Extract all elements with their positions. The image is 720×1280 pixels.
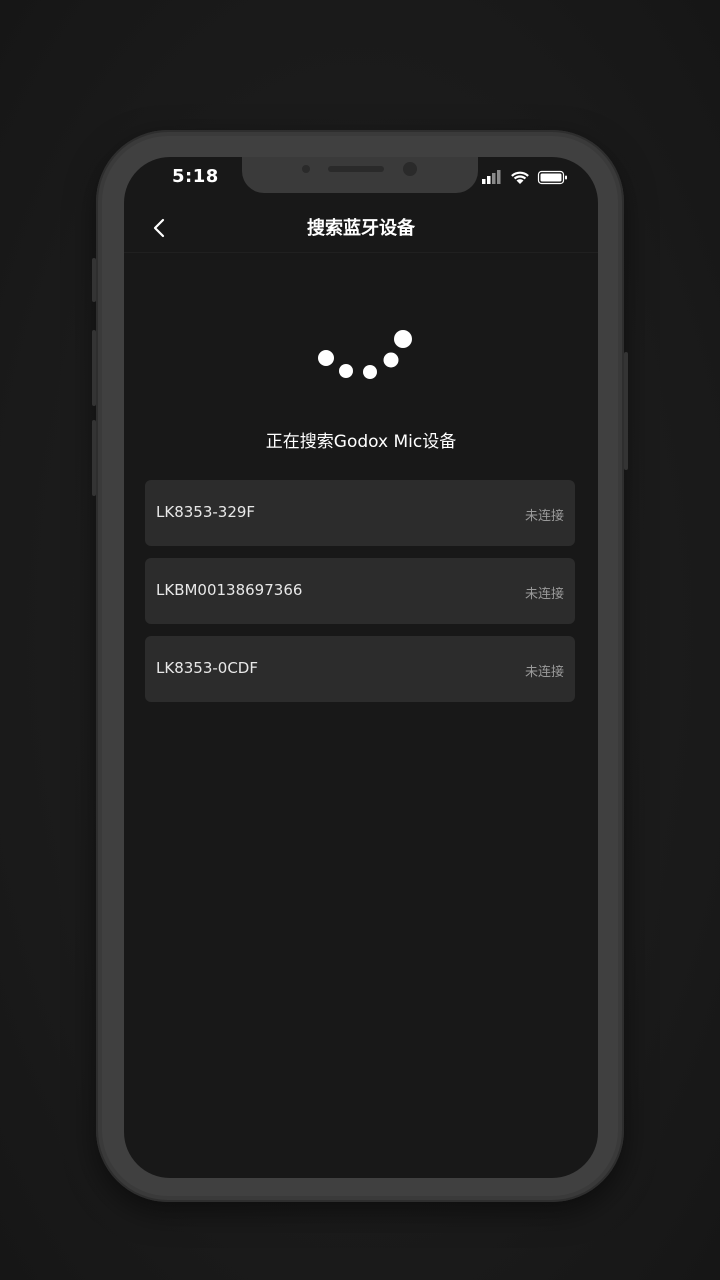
spinner-dot — [363, 365, 377, 379]
loading-spinner — [310, 325, 420, 385]
wifi-icon — [511, 171, 529, 184]
side-button-mute — [92, 258, 96, 302]
device-connection-status: 未连接 — [524, 665, 564, 680]
status-time: 5:18 — [172, 166, 219, 187]
device-connection-status: 未连接 — [524, 509, 564, 524]
side-button-volume-up — [92, 330, 96, 406]
search-status-text: 正在搜索Godox Mic设备 — [265, 432, 457, 452]
battery-icon — [537, 170, 567, 185]
nav-bar: 搜索蓝牙设备 — [124, 204, 598, 253]
cellular-signal-icon — [482, 170, 501, 184]
sensor-dot — [302, 165, 310, 173]
device-item[interactable]: LKBM00138697366 未连接 — [145, 558, 575, 624]
device-name: LK8353-329F — [156, 503, 256, 521]
device-connection-status: 未连接 — [524, 587, 564, 602]
page-title: 搜索蓝牙设备 — [307, 218, 415, 239]
side-button-volume-down — [92, 420, 96, 496]
device-name: LKBM00138697366 — [156, 581, 303, 599]
device-name: LK8353-0CDF — [156, 659, 258, 677]
spinner-dot — [318, 350, 334, 366]
spinner-dot — [339, 364, 353, 378]
notch — [242, 157, 478, 193]
device-item[interactable]: LK8353-0CDF 未连接 — [145, 636, 575, 702]
side-button-power — [624, 352, 628, 470]
status-icons — [482, 168, 572, 186]
spinner-dot — [383, 352, 399, 368]
front-camera — [403, 162, 417, 176]
spinner-dot — [394, 330, 412, 348]
device-item[interactable]: LK8353-329F 未连接 — [145, 480, 575, 546]
speaker-grille — [328, 166, 384, 172]
device-list: LK8353-329F 未连接 LKBM00138697366 未连接 LK83… — [145, 480, 575, 714]
